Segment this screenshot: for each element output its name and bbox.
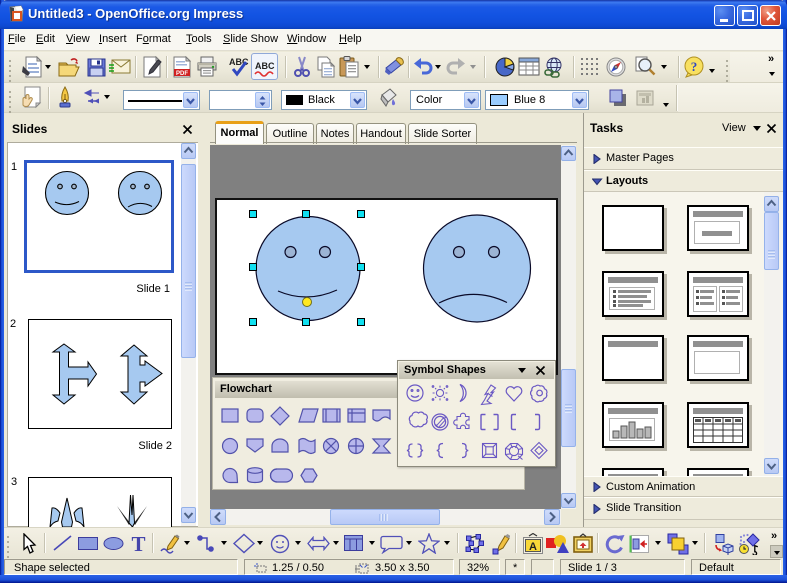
- svg-text:?: ?: [691, 59, 698, 74]
- svg-text:PDF: PDF: [176, 71, 188, 77]
- svg-text:ABC: ABC: [255, 61, 275, 71]
- svg-text:A: A: [529, 541, 537, 553]
- svg-text:T: T: [131, 533, 145, 554]
